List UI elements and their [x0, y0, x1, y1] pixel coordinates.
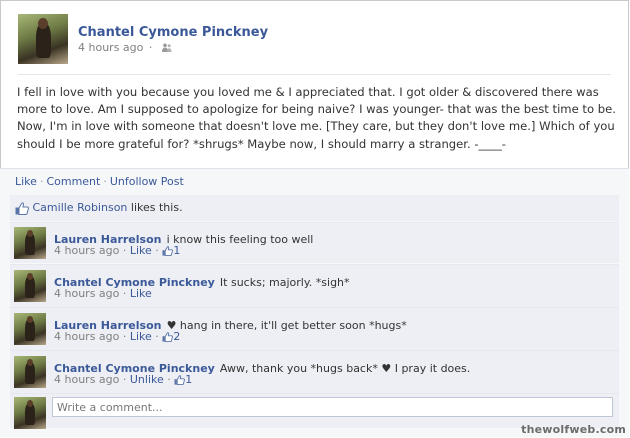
comment-link[interactable]: Comment — [46, 175, 100, 188]
comment-meta: 4 hours ago · Unlike · 1 — [54, 373, 193, 386]
likes-suffix: likes this. — [130, 201, 183, 214]
actions-divider — [0, 168, 629, 169]
like-link[interactable]: Like — [15, 175, 37, 188]
comment-meta: 4 hours ago · Like — [54, 287, 152, 300]
commenter-avatar[interactable] — [14, 313, 46, 345]
comment-text: It sucks; majorly. *sigh* — [219, 276, 350, 289]
comment-text: Aww, thank you *hugs back* ♥ I pray it d… — [219, 362, 471, 375]
comment-like-count[interactable]: 1 — [173, 244, 180, 257]
thumbs-up-icon — [15, 201, 29, 215]
comment-text: ♥ hang in there, it'll get better soon *… — [166, 319, 407, 332]
composer-avatar — [14, 397, 46, 429]
likes-summary: Camille Robinson likes this. — [15, 201, 183, 215]
comment-timestamp[interactable]: 4 hours ago — [54, 287, 119, 300]
comment-like-count[interactable]: 2 — [173, 330, 180, 343]
thumbs-up-icon — [162, 246, 174, 256]
post-body-text: I fell in love with you because you love… — [17, 85, 616, 151]
comment-unlike-link[interactable]: Unlike — [130, 373, 164, 386]
commenter-avatar[interactable] — [14, 227, 46, 259]
liker-name[interactable]: Camille Robinson — [33, 201, 128, 214]
commenter-avatar[interactable] — [14, 356, 46, 388]
comment-like-link[interactable]: Like — [130, 287, 152, 300]
comment-meta: 4 hours ago · Like · 2 — [54, 330, 181, 343]
comment-text: i know this feeling too well — [166, 233, 314, 246]
comment-timestamp[interactable]: 4 hours ago — [54, 244, 119, 257]
post-actions: Like · Comment · Unfollow Post — [15, 175, 184, 188]
commenter-avatar[interactable] — [14, 270, 46, 302]
author-avatar[interactable] — [18, 14, 68, 64]
comment-like-count[interactable]: 1 — [185, 373, 192, 386]
post-meta: 4 hours ago · — [78, 41, 172, 54]
post-author-name[interactable]: Chantel Cymone Pinckney — [78, 25, 268, 40]
thumbs-up-icon — [174, 375, 186, 385]
watermark: thewolfweb.com — [521, 423, 626, 436]
unfollow-post-link[interactable]: Unfollow Post — [110, 175, 184, 188]
comment-input[interactable]: Write a comment... — [52, 397, 613, 417]
thumbs-up-icon — [162, 332, 174, 342]
header-divider — [18, 74, 611, 75]
comment-timestamp[interactable]: 4 hours ago — [54, 330, 119, 343]
comment-like-link[interactable]: Like — [130, 330, 152, 343]
post-timestamp[interactable]: 4 hours ago — [78, 41, 143, 54]
friends-icon[interactable] — [161, 43, 172, 52]
comment-meta: 4 hours ago · Like · 1 — [54, 244, 181, 257]
comment-like-link[interactable]: Like — [130, 244, 152, 257]
comment-timestamp[interactable]: 4 hours ago — [54, 373, 119, 386]
